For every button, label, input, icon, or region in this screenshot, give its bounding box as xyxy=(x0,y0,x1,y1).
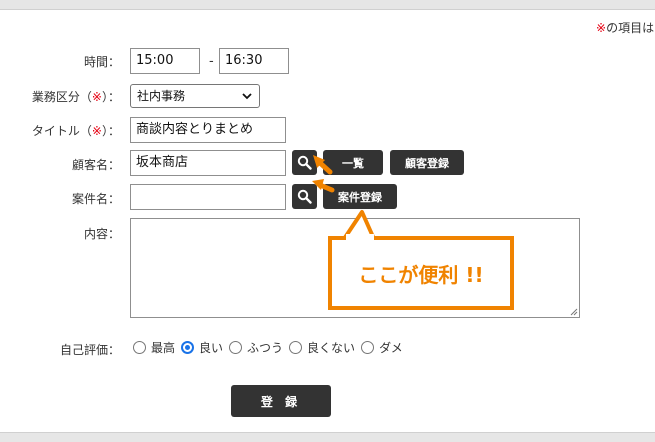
chevron-down-icon xyxy=(242,93,252,100)
self-rating-group: 最高 良い ふつう 良くない ダメ xyxy=(133,339,409,356)
title-input[interactable]: 商談内容とりまとめ xyxy=(130,117,286,143)
customer-register-button[interactable]: 顧客登録 xyxy=(390,150,464,175)
callout-box: ここが便利 !! xyxy=(328,236,514,310)
radio-button[interactable] xyxy=(289,341,303,354)
start-time-input[interactable]: 15:00 xyxy=(130,48,200,74)
content-label: 内容： xyxy=(83,227,120,241)
project-input[interactable] xyxy=(130,184,286,210)
business-category-label: 業務区分（※）： xyxy=(31,90,120,104)
time-label: 時間： xyxy=(83,55,120,69)
rating-option-best[interactable]: 最高 xyxy=(133,339,175,356)
callout-joint xyxy=(346,234,374,240)
rating-option-bad[interactable]: ダメ xyxy=(361,339,403,356)
top-bar xyxy=(0,0,655,10)
rating-option-normal[interactable]: ふつう xyxy=(229,339,283,356)
rating-option-not-good[interactable]: 良くない xyxy=(289,339,355,356)
radio-button[interactable] xyxy=(229,341,243,354)
customer-input[interactable]: 坂本商店 xyxy=(130,150,286,176)
pointer-arrows xyxy=(312,155,335,193)
radio-button[interactable] xyxy=(361,341,375,354)
radio-button[interactable] xyxy=(133,341,146,354)
submit-button[interactable]: 登 録 xyxy=(231,385,331,417)
self-rating-label: 自己評価： xyxy=(59,343,120,357)
required-note: ※の項目は xyxy=(596,21,655,35)
business-category-value: 社内事務 xyxy=(137,89,186,103)
resize-grip-icon[interactable] xyxy=(570,308,578,316)
project-label: 案件名： xyxy=(71,192,120,206)
end-time-input[interactable]: 16:30 xyxy=(219,48,289,74)
customer-label: 顧客名： xyxy=(71,158,120,172)
title-label: タイトル（※）： xyxy=(31,124,120,138)
rating-option-good[interactable]: 良い xyxy=(181,339,223,356)
time-separator: - xyxy=(209,54,214,69)
radio-button-selected[interactable] xyxy=(181,341,195,354)
business-category-select[interactable]: 社内事務 xyxy=(130,84,260,108)
callout-text: ここが便利 !! xyxy=(358,262,484,287)
